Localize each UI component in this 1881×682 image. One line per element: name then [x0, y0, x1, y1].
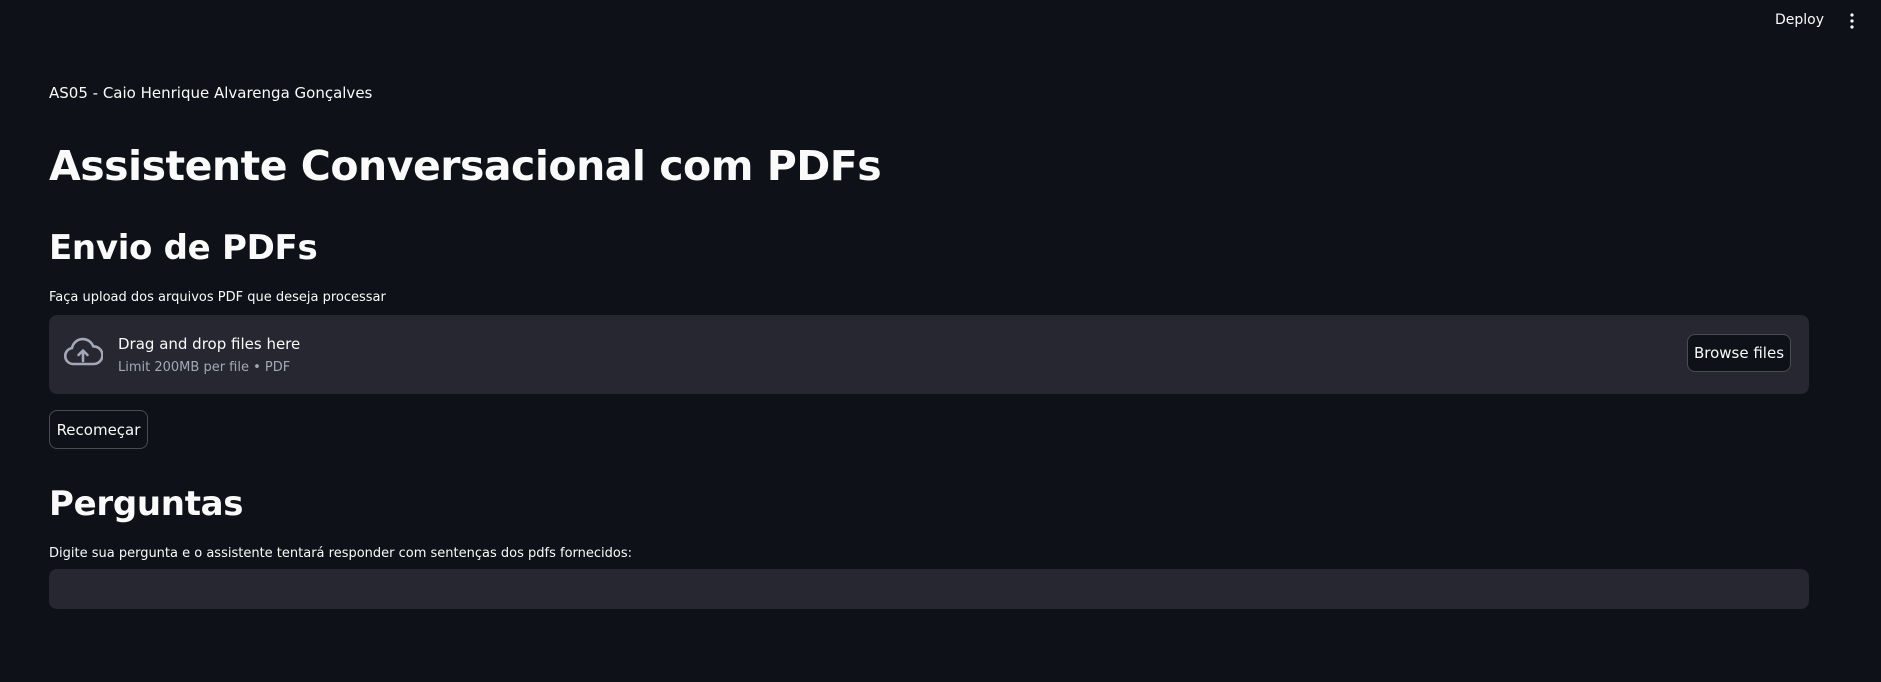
- upload-section-heading: Envio de PDFs: [49, 228, 318, 268]
- question-label: Digite sua pergunta e o assistente tenta…: [49, 546, 632, 561]
- app-header: Deploy: [0, 0, 1881, 44]
- dropzone-limit-text: Limit 200MB per file • PDF: [118, 360, 291, 375]
- upload-label: Faça upload dos arquivos PDF que deseja …: [49, 290, 386, 305]
- restart-button[interactable]: Recomeçar: [49, 410, 148, 449]
- question-input[interactable]: [49, 569, 1809, 609]
- browse-files-button[interactable]: Browse files: [1687, 334, 1791, 372]
- page-title: Assistente Conversacional com PDFs: [49, 142, 882, 190]
- cloud-upload-icon: [63, 337, 103, 366]
- deploy-button[interactable]: Deploy: [1771, 10, 1828, 30]
- author-text: AS05 - Caio Henrique Alvarenga Gonçalves: [49, 84, 373, 102]
- file-dropzone[interactable]: Drag and drop files here Limit 200MB per…: [49, 315, 1809, 394]
- dropzone-instructions: Drag and drop files here: [118, 335, 301, 353]
- more-vertical-icon[interactable]: [1849, 13, 1855, 29]
- questions-section-heading: Perguntas: [49, 484, 244, 524]
